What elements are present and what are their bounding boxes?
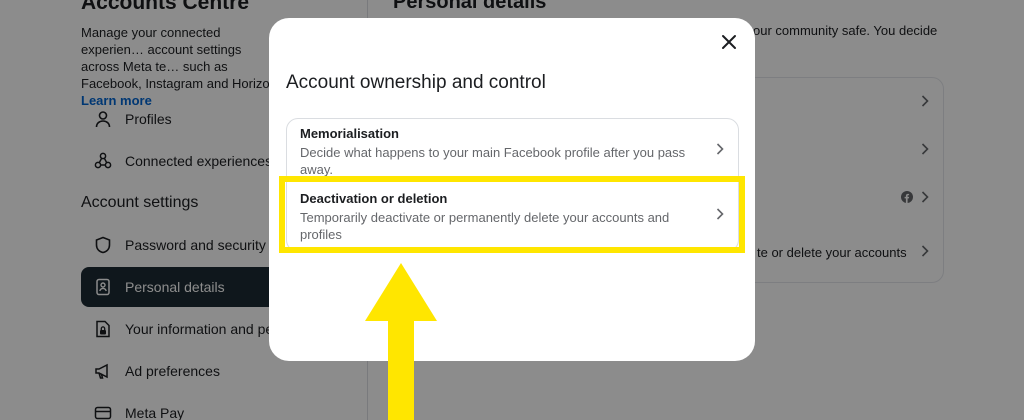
option-description: Decide what happens to your main Faceboo… bbox=[300, 145, 686, 177]
option-divider bbox=[287, 177, 738, 178]
option-description: Temporarily deactivate or permanently de… bbox=[300, 210, 670, 242]
chevron-right-icon bbox=[716, 142, 724, 160]
close-icon bbox=[721, 34, 737, 55]
option-title: Memorialisation bbox=[300, 126, 399, 141]
memorialisation-option[interactable]: Memorialisation Decide what happens to y… bbox=[287, 125, 738, 177]
option-title: Deactivation or deletion bbox=[300, 191, 448, 206]
deactivation-deletion-option[interactable]: Deactivation or deletion Temporarily dea… bbox=[287, 190, 738, 242]
dialog-title: Account ownership and control bbox=[286, 72, 546, 93]
chevron-right-icon bbox=[716, 207, 724, 225]
options-list: Memorialisation Decide what happens to y… bbox=[286, 118, 739, 252]
close-button[interactable] bbox=[715, 30, 743, 58]
account-ownership-dialog: Account ownership and control Memorialis… bbox=[269, 18, 755, 361]
